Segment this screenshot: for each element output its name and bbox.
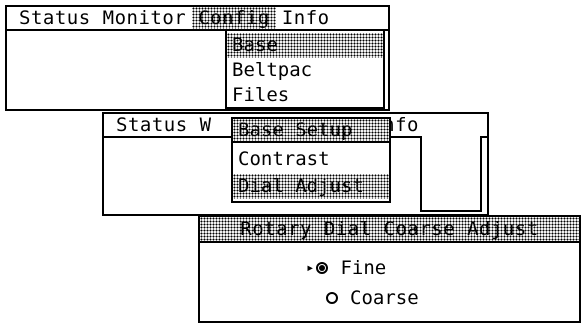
menu-info[interactable]: Info [276,7,336,29]
selection-arrow-icon: ▸ [306,260,315,276]
radio-unselected-icon[interactable] [326,292,338,304]
menu-monitor-partial[interactable]: W [194,114,218,136]
menu-status[interactable]: Status [7,7,97,29]
screen-rotary-dial-adjust: Rotary Dial Coarse Adjust ▸ Fine Coarse [198,215,581,323]
option-label-fine: Fine [340,257,387,279]
screen-config-menu: Status Monitor Config Info Base Beltpac … [5,5,390,111]
dropdown-item-files[interactable]: Files [227,83,383,108]
menu-status[interactable]: Status [104,114,194,136]
menu-bar: Status Monitor Config Info [7,7,388,31]
base-setup-submenu: Base Setup Contrast Dial Adjust [231,117,391,203]
option-label-coarse: Coarse [350,287,419,309]
option-fine[interactable]: ▸ Fine [306,257,386,279]
option-coarse[interactable]: Coarse [326,287,419,309]
config-dropdown: Base Beltpac Files [225,29,385,109]
screen-base-setup: Status W Info Base Setup Contrast Dial A… [102,112,489,216]
menu-monitor[interactable]: Monitor [97,7,193,29]
dropdown-item-base[interactable]: Base [227,33,383,58]
menu-config[interactable]: Config [192,7,276,29]
radio-selected-icon[interactable] [316,262,329,274]
base-dropdown-behind [420,136,482,212]
dialog-title: Rotary Dial Coarse Adjust [200,217,579,243]
submenu-item-dial-adjust[interactable]: Dial Adjust [233,174,389,199]
submenu-title: Base Setup [233,119,389,143]
submenu-item-contrast[interactable]: Contrast [233,147,389,172]
dropdown-item-beltpac[interactable]: Beltpac [227,58,383,83]
